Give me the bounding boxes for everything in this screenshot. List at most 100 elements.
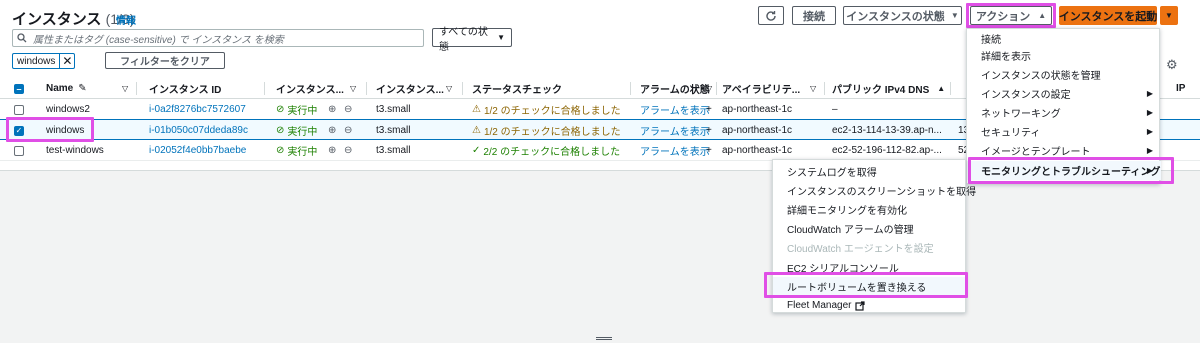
view-alarms-link[interactable]: アラームを表示 (640, 140, 710, 161)
menu-item-manage-state[interactable]: インスタンスの状態を管理 (967, 65, 1101, 84)
remove-filter-icon[interactable]: ✕ (59, 54, 74, 68)
public-dns: ec2-13-114-13-39.ap-n... (832, 125, 942, 136)
search-input[interactable]: 属性またはタグ (case-sensitive) で インスタンス を検索 (12, 29, 424, 47)
column-separator (366, 82, 367, 95)
menu-item-label: イメージとテンプレート (981, 147, 1091, 158)
sort-up-icon: ▲ (937, 84, 946, 93)
sort-caret-icon[interactable]: ▽ (122, 78, 128, 99)
header-instance-state[interactable]: インスタンス... (276, 78, 344, 99)
instance-type: t3.small (376, 145, 411, 156)
select-all-checkbox[interactable]: – (14, 78, 24, 99)
menu-item-label: システムログを取得 (787, 168, 877, 179)
row-checkbox[interactable] (14, 145, 24, 156)
menu-item-security[interactable]: セキュリティ ▶ (967, 122, 1161, 141)
header-public-dns[interactable]: パブリック IPv4 DNS ▲ (832, 78, 945, 99)
submenu-item-screenshot[interactable]: インスタンスのスクリーンショットを取得 (773, 181, 976, 200)
sort-caret-icon[interactable]: ▽ (706, 78, 712, 99)
zoom-out-icon[interactable]: ⊖ (344, 99, 352, 120)
refresh-button[interactable] (758, 6, 784, 25)
filter-token-text: windows (17, 55, 56, 67)
instance-state-label: インスタンスの状態 (846, 10, 945, 23)
running-icon: ⊘ (276, 145, 285, 156)
add-alarm-icon[interactable]: + (706, 99, 712, 120)
state-filter-value: すべての状態 (439, 26, 488, 53)
instance-state-text: 実行中 (287, 127, 318, 138)
instance-type: t3.small (376, 104, 411, 115)
header-alarm-state[interactable]: アラームの状態 (640, 78, 710, 99)
info-link[interactable]: 情報 (116, 12, 136, 27)
actions-button[interactable]: アクション ▲ (970, 6, 1052, 25)
sort-caret-icon[interactable]: ▽ (810, 78, 816, 99)
submenu-item-system-log[interactable]: システムログを取得 (773, 162, 877, 181)
column-separator (462, 82, 463, 95)
add-alarm-icon[interactable]: + (706, 120, 712, 141)
running-icon: ⊘ (276, 125, 285, 136)
clear-filters-button[interactable]: フィルターをクリア (105, 52, 225, 69)
menu-item-label: ネットワーキング (981, 109, 1061, 120)
column-separator (950, 82, 951, 95)
menu-item-instance-settings[interactable]: インスタンスの設定 ▶ (967, 84, 1161, 103)
instance-state: ⊘ 実行中 (276, 120, 317, 141)
instance-type: t3.small (376, 125, 411, 136)
resize-handle-icon[interactable] (596, 337, 612, 340)
sort-caret-icon[interactable]: ▽ (446, 78, 452, 99)
header-status-check[interactable]: ステータスチェック (472, 78, 562, 99)
instance-state: ⊘ 実行中 (276, 140, 317, 161)
indeterminate-checkbox[interactable]: – (14, 83, 24, 94)
submenu-arrow-icon: ▶ (1146, 146, 1153, 155)
launch-dropdown-button[interactable]: ▼ (1160, 6, 1178, 25)
zoom-in-icon[interactable]: ⊕ (328, 140, 336, 161)
actions-label: アクション (975, 10, 1031, 23)
title-text: インスタンス (12, 11, 102, 28)
menu-item-label: Fleet Manager (787, 300, 852, 311)
connect-button[interactable]: 接続 (792, 6, 836, 25)
header-availability-zone[interactable]: アベイラビリテ... (722, 78, 800, 99)
monitoring-highlight (968, 157, 1174, 184)
view-alarms-link[interactable]: アラームを表示 (640, 99, 710, 120)
menu-item-label: CloudWatch エージェントを設定 (787, 244, 934, 255)
header-name[interactable]: Name ✎ (46, 78, 87, 99)
launch-instance-button[interactable]: インスタンスを起動 (1059, 6, 1157, 25)
view-alarms-link[interactable]: アラームを表示 (640, 120, 710, 141)
header-ip[interactable]: IP (1176, 78, 1185, 99)
instance-state-text: 実行中 (287, 106, 318, 117)
availability-zone: ap-northeast-1c (722, 104, 793, 115)
instance-state-button[interactable]: インスタンスの状態 ▼ (843, 6, 962, 25)
warning-icon: ⚠ (472, 125, 481, 136)
warning-icon: ⚠ (472, 104, 481, 115)
submenu-item-cloudwatch-agent: CloudWatch エージェントを設定 (773, 238, 934, 257)
header-instance-id[interactable]: インスタンス ID (149, 78, 221, 99)
settings-gear-icon[interactable]: ⚙ (1166, 57, 1178, 73)
menu-item-label: 詳細モニタリングを有効化 (787, 206, 907, 217)
menu-item-view-details[interactable]: 詳細を表示 (967, 46, 1031, 65)
menu-item-label: CloudWatch アラームの管理 (787, 225, 914, 236)
zoom-out-icon[interactable]: ⊖ (344, 140, 352, 161)
availability-zone: ap-northeast-1c (722, 125, 793, 136)
sort-caret-icon[interactable]: ▽ (350, 78, 356, 99)
submenu-item-detailed-monitoring[interactable]: 詳細モニタリングを有効化 (773, 200, 907, 219)
submenu-item-fleet-manager[interactable]: Fleet Manager (773, 296, 866, 315)
menu-item-label: 詳細を表示 (981, 52, 1031, 63)
zoom-in-icon[interactable]: ⊕ (328, 99, 336, 120)
column-separator (824, 82, 825, 95)
menu-item-label: 接続 (981, 35, 1001, 46)
details-panel-area (0, 170, 1200, 343)
zoom-out-icon[interactable]: ⊖ (344, 120, 352, 141)
header-instance-type[interactable]: インスタンス... (376, 78, 444, 99)
submenu-arrow-icon: ▶ (1146, 108, 1153, 117)
submenu-arrow-icon: ▶ (1146, 89, 1153, 98)
instance-state-text: 実行中 (287, 147, 318, 158)
column-separator (716, 82, 717, 95)
state-filter-select[interactable]: すべての状態 ▼ (432, 27, 512, 53)
status-check-text: 1/2 のチェックに合格しました (483, 127, 621, 138)
instance-id-link[interactable]: i-02052f4e0bb7baebe (149, 140, 246, 161)
menu-item-label: インスタンスの状態を管理 (981, 71, 1101, 82)
instance-id-link[interactable]: i-01b050c07ddeda89c (149, 120, 248, 141)
zoom-in-icon[interactable]: ⊕ (328, 120, 336, 141)
row-checkbox[interactable] (14, 104, 24, 115)
submenu-item-cloudwatch-alarms[interactable]: CloudWatch アラームの管理 (773, 219, 914, 238)
availability-zone: ap-northeast-1c (722, 145, 793, 156)
instance-id-link[interactable]: i-0a2f8276bc7572607 (149, 99, 246, 120)
menu-item-networking[interactable]: ネットワーキング ▶ (967, 103, 1161, 122)
add-alarm-icon[interactable]: + (706, 140, 712, 161)
